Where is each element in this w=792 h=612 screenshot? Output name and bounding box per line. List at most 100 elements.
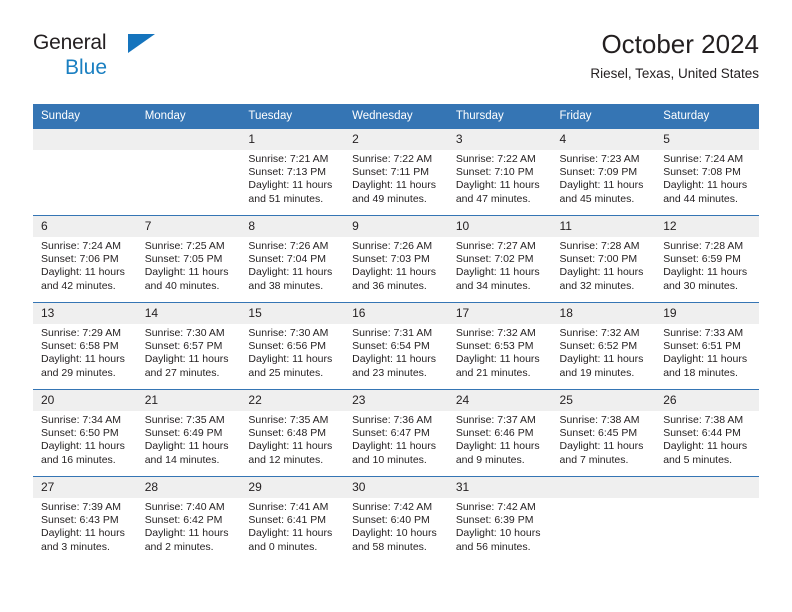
daylight-text: Daylight: 11 hours and 23 minutes. [352, 353, 436, 379]
logo-general-text: General [33, 31, 107, 54]
day-number [136, 129, 241, 150]
calendar-day-cell[interactable]: 31 Sunrise: 7:42 AM Sunset: 6:39 PM Dayligh… [447, 476, 552, 563]
sunset-text: Sunset: 7:06 PM [41, 253, 119, 266]
calendar-day-cell[interactable]: 3 Sunrise: 7:22 AM Sunset: 7:10 PM Daylight… [447, 129, 552, 216]
sunset-text: Sunset: 6:50 PM [41, 427, 119, 440]
calendar-day-cell[interactable]: 15 Sunrise: 7:30 AM Sunset: 6:56 PM Dayligh… [240, 302, 345, 390]
calendar-day-cell[interactable]: 29 Sunrise: 7:41 AM Sunset: 6:41 PM Dayligh… [240, 476, 345, 563]
daylight-text: Daylight: 11 hours and 34 minutes. [455, 266, 540, 292]
sunset-text: Sunset: 7:04 PM [248, 253, 327, 266]
day-cell-content: 28 Sunrise: 7:40 AM Sunset: 6:42 PM Dayligh… [136, 477, 241, 563]
day-details: Sunrise: 7:26 AM Sunset: 7:04 PM Daylight:… [240, 237, 344, 293]
calendar-day-cell[interactable]: 26 Sunrise: 7:38 AM Sunset: 6:44 PM Dayligh… [655, 389, 759, 477]
day-details: Sunrise: 7:25 AM Sunset: 7:05 PM Daylight:… [137, 237, 241, 293]
daylight-text: Daylight: 11 hours and 18 minutes. [663, 353, 748, 379]
day-cell-content: 31 Sunrise: 7:42 AM Sunset: 6:39 PM Dayligh… [447, 477, 552, 563]
day-details: Sunrise: 7:37 AM Sunset: 6:46 PM Daylight:… [448, 411, 552, 467]
calendar-day-cell-empty [655, 476, 759, 563]
calendar-day-cell[interactable]: 30 Sunrise: 7:42 AM Sunset: 6:40 PM Dayligh… [344, 476, 448, 563]
sunrise-text: Sunrise: 7:24 AM [41, 240, 121, 252]
calendar-day-cell[interactable]: 13 Sunrise: 7:29 AM Sunset: 6:58 PM Dayligh… [33, 302, 137, 390]
daylight-text: Daylight: 11 hours and 10 minutes. [352, 440, 436, 466]
sunrise-text: Sunrise: 7:37 AM [455, 414, 536, 426]
day-details: Sunrise: 7:28 AM Sunset: 6:59 PM Daylight:… [655, 237, 759, 293]
calendar-day-cell[interactable]: 19 Sunrise: 7:33 AM Sunset: 6:51 PM Dayligh… [655, 302, 759, 390]
day-cell-content: 10 Sunrise: 7:27 AM Sunset: 7:02 PM Dayligh… [447, 216, 552, 302]
calendar-day-cell[interactable]: 21 Sunrise: 7:35 AM Sunset: 6:49 PM Dayligh… [136, 389, 241, 477]
sunrise-text: Sunrise: 7:22 AM [455, 153, 536, 165]
day-details: Sunrise: 7:22 AM Sunset: 7:11 PM Daylight:… [344, 150, 448, 206]
logo-blue-text: Blue [65, 56, 108, 79]
sunset-text: Sunset: 6:40 PM [352, 514, 430, 527]
daylight-text: Daylight: 11 hours and 29 minutes. [41, 353, 125, 379]
calendar-day-cell[interactable]: 16 Sunrise: 7:31 AM Sunset: 6:54 PM Dayligh… [344, 302, 448, 390]
sunrise-text: Sunrise: 7:30 AM [248, 327, 329, 339]
calendar-day-cell[interactable]: 27 Sunrise: 7:39 AM Sunset: 6:43 PM Dayligh… [33, 476, 137, 563]
calendar-day-cell[interactable]: 10 Sunrise: 7:27 AM Sunset: 7:02 PM Dayligh… [447, 215, 552, 303]
daylight-text: Daylight: 11 hours and 21 minutes. [455, 353, 540, 379]
calendar-day-cell[interactable]: 11 Sunrise: 7:28 AM Sunset: 7:00 PM Dayligh… [551, 215, 656, 303]
calendar-day-cell[interactable]: 14 Sunrise: 7:30 AM Sunset: 6:57 PM Dayligh… [136, 302, 241, 390]
calendar-day-cell[interactable]: 6 Sunrise: 7:24 AM Sunset: 7:06 PM Daylight… [33, 215, 137, 303]
day-cell-content: 30 Sunrise: 7:42 AM Sunset: 6:40 PM Dayligh… [344, 477, 448, 563]
sunrise-text: Sunrise: 7:28 AM [559, 240, 640, 252]
day-details: Sunrise: 7:21 AM Sunset: 7:13 PM Daylight:… [240, 150, 344, 206]
day-number: 15 [240, 303, 345, 324]
calendar-body: 1 Sunrise: 7:21 AM Sunset: 7:13 PM Daylight… [33, 129, 759, 563]
calendar-day-cell[interactable]: 24 Sunrise: 7:37 AM Sunset: 6:46 PM Dayligh… [447, 389, 552, 477]
calendar-day-cell[interactable]: 18 Sunrise: 7:32 AM Sunset: 6:52 PM Dayligh… [551, 302, 656, 390]
sunset-text: Sunset: 7:10 PM [455, 166, 534, 179]
sunset-text: Sunset: 6:56 PM [248, 340, 327, 353]
title-block: October 2024 Riesel, Texas, United State… [590, 28, 759, 84]
calendar-day-cell[interactable]: 2 Sunrise: 7:22 AM Sunset: 7:11 PM Daylight… [344, 129, 448, 216]
calendar-day-cell[interactable]: 9 Sunrise: 7:26 AM Sunset: 7:03 PM Daylight… [344, 215, 448, 303]
day-cell-content: 12 Sunrise: 7:28 AM Sunset: 6:59 PM Dayligh… [655, 216, 759, 302]
calendar-day-cell[interactable]: 20 Sunrise: 7:34 AM Sunset: 6:50 PM Dayligh… [33, 389, 137, 477]
calendar-day-cell[interactable]: 12 Sunrise: 7:28 AM Sunset: 6:59 PM Dayligh… [655, 215, 759, 303]
day-number [655, 477, 759, 498]
weekday-header-wednesday: Wednesday [344, 104, 448, 129]
day-cell-content: 6 Sunrise: 7:24 AM Sunset: 7:06 PM Daylight… [33, 216, 137, 302]
sunrise-text: Sunrise: 7:22 AM [352, 153, 433, 165]
calendar-day-cell[interactable]: 5 Sunrise: 7:24 AM Sunset: 7:08 PM Daylight… [655, 129, 759, 216]
sunset-text: Sunset: 6:41 PM [248, 514, 327, 527]
day-details: Sunrise: 7:33 AM Sunset: 6:51 PM Daylight:… [655, 324, 759, 380]
sunset-text: Sunset: 7:03 PM [352, 253, 430, 266]
calendar-day-cell[interactable]: 22 Sunrise: 7:35 AM Sunset: 6:48 PM Dayligh… [240, 389, 345, 477]
day-cell-content: 1 Sunrise: 7:21 AM Sunset: 7:13 PM Daylight… [240, 129, 345, 215]
calendar-day-cell[interactable]: 1 Sunrise: 7:21 AM Sunset: 7:13 PM Daylight… [240, 129, 345, 216]
daylight-text: Daylight: 11 hours and 42 minutes. [41, 266, 125, 292]
calendar-day-cell[interactable]: 7 Sunrise: 7:25 AM Sunset: 7:05 PM Daylight… [136, 215, 241, 303]
day-details: Sunrise: 7:35 AM Sunset: 6:49 PM Daylight:… [137, 411, 241, 467]
page-title: October 2024 [601, 29, 759, 59]
day-details: Sunrise: 7:26 AM Sunset: 7:03 PM Daylight:… [344, 237, 448, 293]
day-number: 7 [136, 216, 241, 237]
daylight-text: Daylight: 11 hours and 40 minutes. [144, 266, 229, 292]
day-cell-content: 4 Sunrise: 7:23 AM Sunset: 7:09 PM Daylight… [551, 129, 656, 215]
calendar-day-cell[interactable]: 4 Sunrise: 7:23 AM Sunset: 7:09 PM Daylight… [551, 129, 656, 216]
day-details: Sunrise: 7:23 AM Sunset: 7:09 PM Daylight:… [552, 150, 656, 206]
calendar-day-cell[interactable]: 23 Sunrise: 7:36 AM Sunset: 6:47 PM Dayligh… [344, 389, 448, 477]
day-cell-content: 14 Sunrise: 7:30 AM Sunset: 6:57 PM Dayligh… [136, 303, 241, 389]
calendar-day-cell[interactable]: 28 Sunrise: 7:40 AM Sunset: 6:42 PM Dayligh… [136, 476, 241, 563]
sunset-text: Sunset: 6:43 PM [41, 514, 119, 527]
daylight-text: Daylight: 11 hours and 7 minutes. [559, 440, 644, 466]
calendar-day-cell[interactable]: 8 Sunrise: 7:26 AM Sunset: 7:04 PM Daylight… [240, 215, 345, 303]
day-details: Sunrise: 7:41 AM Sunset: 6:41 PM Daylight:… [240, 498, 344, 554]
day-number: 2 [344, 129, 448, 150]
sunrise-text: Sunrise: 7:30 AM [144, 327, 225, 339]
sunrise-text: Sunrise: 7:21 AM [248, 153, 329, 165]
daylight-text: Daylight: 11 hours and 51 minutes. [248, 179, 333, 205]
calendar-day-cell[interactable]: 17 Sunrise: 7:32 AM Sunset: 6:53 PM Dayligh… [447, 302, 552, 390]
day-cell-content [551, 477, 656, 563]
day-cell-content: 24 Sunrise: 7:37 AM Sunset: 6:46 PM Dayligh… [447, 390, 552, 476]
day-details: Sunrise: 7:42 AM Sunset: 6:39 PM Daylight:… [448, 498, 552, 554]
daylight-text: Daylight: 11 hours and 9 minutes. [455, 440, 540, 466]
daylight-text: Daylight: 11 hours and 32 minutes. [559, 266, 644, 292]
day-details: Sunrise: 7:40 AM Sunset: 6:42 PM Daylight:… [137, 498, 241, 554]
calendar-week-row: 6 Sunrise: 7:24 AM Sunset: 7:06 PM Daylight… [33, 215, 759, 303]
general-blue-logo[interactable]: General Blue [33, 32, 213, 80]
day-details: Sunrise: 7:28 AM Sunset: 7:00 PM Daylight:… [552, 237, 656, 293]
calendar-day-cell[interactable]: 25 Sunrise: 7:38 AM Sunset: 6:45 PM Dayligh… [551, 389, 656, 477]
day-details: Sunrise: 7:22 AM Sunset: 7:10 PM Daylight:… [448, 150, 552, 206]
